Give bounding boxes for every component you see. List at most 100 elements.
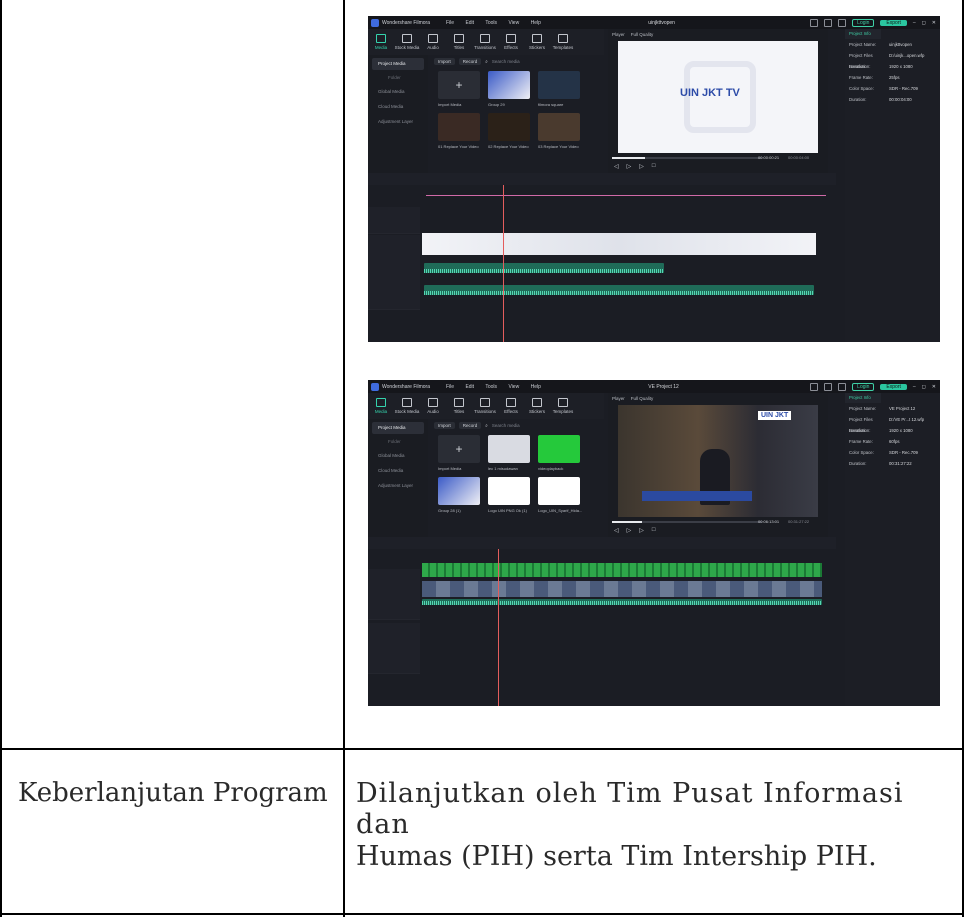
menu-view[interactable]: View (508, 20, 519, 26)
audio-clip-1[interactable] (424, 263, 664, 273)
sidebar-item-folder[interactable]: Folder (368, 73, 428, 83)
lecture-thumb[interactable] (488, 435, 530, 463)
playhead[interactable] (503, 185, 504, 342)
search-input[interactable]: Search media (492, 423, 520, 428)
video-clip-strip[interactable] (422, 581, 822, 597)
quality-dropdown[interactable]: Full Quality (631, 396, 654, 401)
tab-media[interactable]: Media (368, 29, 394, 55)
audio-clip-1[interactable] (422, 599, 822, 605)
layout-icon[interactable] (810, 18, 819, 27)
sidebar-item-global-media[interactable]: Global Media (372, 450, 424, 462)
grid-icon[interactable] (838, 18, 847, 27)
filmora-square-thumb[interactable] (538, 71, 580, 99)
track-header-audio-1[interactable] (368, 647, 420, 674)
sidebar-item-cloud-media[interactable]: Cloud Media (372, 101, 424, 113)
export-button[interactable]: Export (880, 19, 907, 26)
video-clip-bar[interactable] (422, 233, 816, 255)
menu-view[interactable]: View (508, 384, 519, 390)
import-button[interactable]: Import (434, 421, 455, 429)
minimize-icon[interactable]: – (913, 384, 916, 390)
playback-progress[interactable] (612, 157, 762, 159)
tab-stock-media[interactable]: Stock Media (394, 29, 420, 55)
menu-edit[interactable]: Edit (465, 384, 474, 390)
track-header-video-2[interactable] (368, 593, 420, 620)
quality-dropdown[interactable]: Full Quality (631, 32, 654, 37)
next-frame-icon[interactable]: ▷ (639, 163, 644, 170)
play-icon[interactable]: ▷ (627, 163, 632, 170)
stop-icon[interactable]: □ (652, 163, 656, 170)
tab-stock-media[interactable]: Stock Media (394, 393, 420, 419)
sidebar-item-folder[interactable]: Folder (368, 437, 428, 447)
playhead[interactable] (498, 549, 499, 706)
sidebar-item-project-media[interactable]: Project Media (372, 422, 424, 434)
grid-icon[interactable] (838, 382, 847, 391)
tab-transitions[interactable]: Transitions (472, 393, 498, 419)
minimize-icon[interactable]: – (913, 20, 916, 26)
login-button[interactable]: Login (852, 18, 875, 27)
maximize-icon[interactable]: ◻ (922, 20, 926, 26)
tab-templates[interactable]: Templates (550, 29, 576, 55)
logo-uin-thumb-2[interactable] (538, 477, 580, 505)
maximize-icon[interactable]: ◻ (922, 384, 926, 390)
video-thumb-1[interactable] (438, 113, 480, 141)
logo-uin-thumb-1[interactable] (488, 477, 530, 505)
import-media-thumb[interactable]: + (438, 435, 480, 463)
menu-tools[interactable]: Tools (485, 20, 497, 26)
export-button[interactable]: Export (880, 383, 907, 390)
import-button[interactable]: Import (434, 57, 455, 65)
tab-titles[interactable]: Titles (446, 393, 472, 419)
tab-stickers[interactable]: Stickers (524, 29, 550, 55)
menu-help[interactable]: Help (531, 384, 541, 390)
sidebar-item-project-media[interactable]: Project Media (372, 58, 424, 70)
videoplayback-thumb[interactable] (538, 435, 580, 463)
tab-titles[interactable]: Titles (446, 29, 472, 55)
close-icon[interactable]: ✕ (932, 20, 936, 26)
save-icon[interactable] (824, 382, 833, 391)
stop-icon[interactable]: □ (652, 527, 656, 534)
layout-icon[interactable] (810, 382, 819, 391)
sidebar-item-global-media[interactable]: Global Media (372, 86, 424, 98)
tab-templates[interactable]: Templates (550, 393, 576, 419)
green-clip-strip[interactable] (422, 563, 822, 577)
video-thumb-3[interactable] (538, 113, 580, 141)
info-row: Color Space: SDR - Rec.709 (849, 450, 918, 455)
track-header-video-1[interactable] (368, 569, 420, 596)
close-icon[interactable]: ✕ (932, 384, 936, 390)
search-input[interactable]: Search media (492, 59, 520, 64)
track-header-video-2[interactable] (368, 235, 420, 262)
tab-project-info[interactable]: Project Info (845, 393, 881, 403)
menu-file[interactable]: File (446, 20, 454, 26)
tab-effects[interactable]: Effects (498, 29, 524, 55)
menu-file[interactable]: File (446, 384, 454, 390)
record-button[interactable]: Record (458, 421, 482, 429)
group-28-thumb[interactable] (438, 477, 480, 505)
tab-project-info[interactable]: Project Info (845, 29, 881, 39)
save-icon[interactable] (824, 18, 833, 27)
track-header-audio-2[interactable] (368, 283, 420, 310)
tab-transitions[interactable]: Transitions (472, 29, 498, 55)
menu-tools[interactable]: Tools (485, 384, 497, 390)
record-button[interactable]: Record (458, 57, 482, 65)
menu-help[interactable]: Help (531, 20, 541, 26)
import-media-thumb[interactable]: + (438, 71, 480, 99)
tab-stickers[interactable]: Stickers (524, 393, 550, 419)
tab-effects[interactable]: Effects (498, 393, 524, 419)
play-icon[interactable]: ▷ (627, 527, 632, 534)
next-frame-icon[interactable]: ▷ (639, 527, 644, 534)
sidebar-item-cloud-media[interactable]: Cloud Media (372, 465, 424, 477)
tab-audio[interactable]: Audio (420, 393, 446, 419)
tab-media[interactable]: Media (368, 393, 394, 419)
tab-audio[interactable]: Audio (420, 29, 446, 55)
menu-edit[interactable]: Edit (465, 20, 474, 26)
group-29-thumb[interactable] (488, 71, 530, 99)
audio-clip-2[interactable] (424, 285, 814, 295)
prev-frame-icon[interactable]: ◁ (614, 527, 619, 534)
sidebar-item-adjustment-layer[interactable]: Adjustment Layer (372, 480, 424, 492)
playback-progress[interactable] (612, 521, 762, 523)
video-thumb-2[interactable] (488, 113, 530, 141)
track-header-video-3[interactable] (368, 623, 420, 650)
sidebar-item-adjustment-layer[interactable]: Adjustment Layer (372, 116, 424, 128)
login-button[interactable]: Login (852, 382, 875, 391)
prev-frame-icon[interactable]: ◁ (614, 163, 619, 170)
track-header-video-1[interactable] (368, 207, 420, 234)
